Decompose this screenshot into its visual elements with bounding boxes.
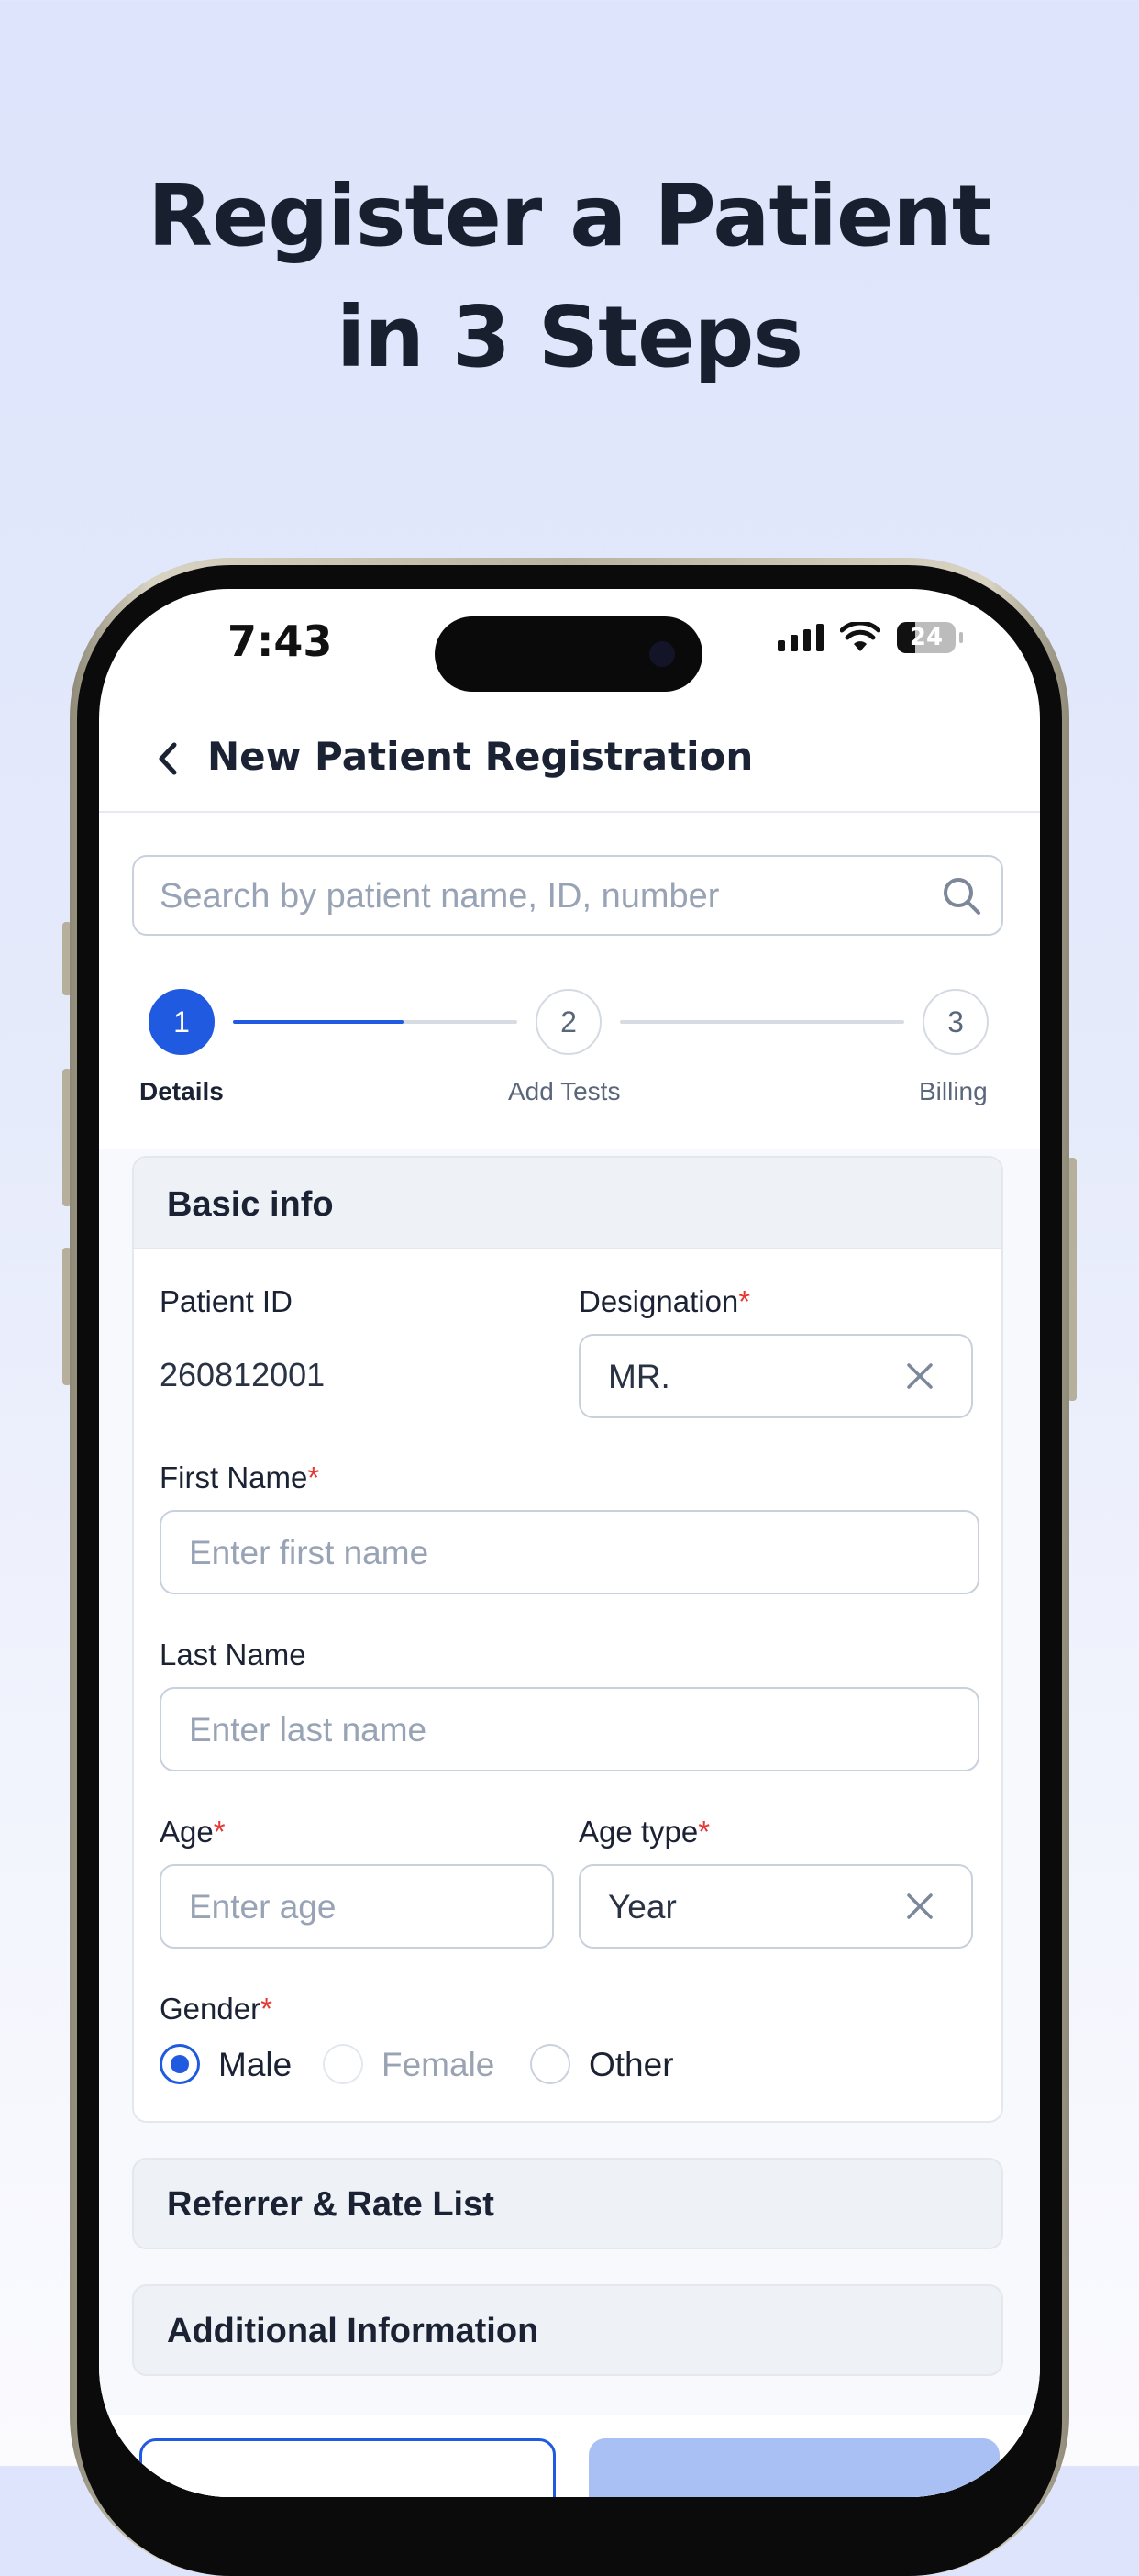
step-1-label: Details	[139, 1077, 224, 1105]
patient-id-value: 260812001	[160, 1356, 326, 1393]
search-icon[interactable]	[941, 875, 981, 916]
bottom-action-bar	[99, 2415, 1040, 2497]
step-2-circle[interactable]: 2	[536, 989, 602, 1055]
step-connector-1	[233, 1020, 517, 1024]
step-1-circle[interactable]: 1	[149, 989, 215, 1055]
battery-icon: 24	[897, 622, 956, 653]
gender-male-label[interactable]: Male	[218, 2046, 292, 2084]
patient-search	[132, 855, 1003, 936]
search-input[interactable]	[158, 857, 913, 936]
wifi-icon	[840, 622, 880, 651]
step-connector-2	[620, 1020, 904, 1024]
gender-female-radio[interactable]	[323, 2044, 363, 2084]
hero-line-1: Register a Patient	[148, 167, 992, 265]
step-3-label: Billing	[919, 1077, 988, 1105]
status-icons: 24	[778, 622, 963, 653]
camera-icon	[649, 641, 675, 667]
last-name-label: Last Name	[160, 1638, 306, 1671]
dynamic-island	[435, 616, 702, 692]
battery-tip	[959, 632, 963, 643]
additional-information-section[interactable]: Additional Information	[132, 2284, 1003, 2376]
last-name-field[interactable]	[160, 1687, 979, 1771]
additional-section-title: Additional Information	[167, 2312, 539, 2350]
age-type-label: Age type*	[579, 1815, 711, 1849]
hero-line-2: in 3 Steps	[336, 288, 803, 386]
age-input[interactable]	[187, 1866, 470, 1949]
gender-other-radio[interactable]	[530, 2044, 570, 2084]
gender-female-label[interactable]: Female	[382, 2046, 494, 2084]
secondary-action-button[interactable]	[139, 2438, 556, 2497]
first-name-input[interactable]	[187, 1512, 895, 1594]
gender-other-label[interactable]: Other	[589, 2046, 674, 2084]
step-3-circle[interactable]: 3	[923, 989, 989, 1055]
gender-label: Gender*	[160, 1992, 272, 2026]
clear-age-type-icon[interactable]	[903, 1890, 936, 1923]
back-arrow-icon[interactable]	[145, 736, 191, 782]
designation-label: Designation*	[579, 1284, 751, 1318]
cellular-signal-icon	[778, 624, 824, 651]
age-field[interactable]	[160, 1864, 554, 1949]
phone-screen: 7:43 24 New Patient Registration Search …	[99, 589, 1040, 2497]
step-2-label: Add Tests	[508, 1077, 621, 1105]
basic-info-header: Basic info	[134, 1158, 1001, 1249]
designation-select[interactable]	[579, 1334, 973, 1418]
designation-value[interactable]	[606, 1336, 889, 1418]
battery-level: 24	[909, 624, 944, 651]
age-type-value[interactable]	[606, 1866, 889, 1949]
page-title: New Patient Registration	[207, 734, 754, 779]
gender-male-radio[interactable]	[160, 2044, 200, 2084]
age-label: Age*	[160, 1815, 226, 1849]
clear-designation-icon[interactable]	[903, 1360, 936, 1393]
status-time: 7:43	[227, 616, 333, 666]
last-name-input[interactable]	[187, 1689, 895, 1771]
primary-action-button[interactable]	[589, 2438, 1000, 2497]
first-name-label: First Name*	[160, 1460, 320, 1494]
hero-heading: Register a Patient in 3 Steps	[0, 156, 1139, 398]
referrer-section-title: Referrer & Rate List	[167, 2185, 494, 2224]
basic-info-card: Basic info Patient ID 260812001 Designat…	[132, 1156, 1003, 2123]
patient-id-label: Patient ID	[160, 1284, 293, 1318]
app-header: New Patient Registration	[99, 708, 1040, 813]
referrer-rate-list-section[interactable]: Referrer & Rate List	[132, 2158, 1003, 2249]
age-type-select[interactable]	[579, 1864, 973, 1949]
basic-info-title: Basic info	[167, 1185, 334, 1224]
step-progress-fill	[233, 1020, 404, 1024]
first-name-field[interactable]	[160, 1510, 979, 1594]
